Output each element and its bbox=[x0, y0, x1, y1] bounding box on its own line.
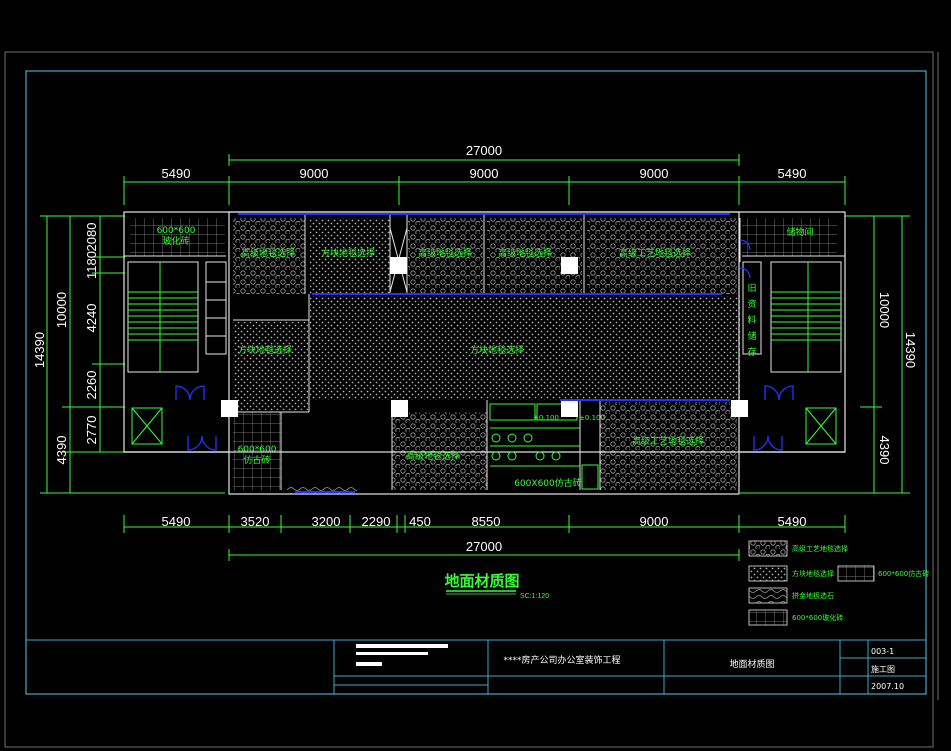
dim-left-4390: 4390 bbox=[54, 436, 69, 465]
room-label-carpet-3: 高级地毯选择 bbox=[418, 247, 472, 259]
drawing-stage: 施工图 bbox=[871, 664, 895, 674]
material-legend: 高级工艺地毯选择 方块地毯选择 600*600仿古砖 拼金地板选石 600*60… bbox=[748, 540, 929, 626]
dim-bottom-5: 450 bbox=[409, 514, 431, 529]
room-label-600b: 600*600 bbox=[238, 445, 277, 455]
drawing-date: 2007.10 bbox=[871, 682, 904, 691]
level-mark-2: ±0.100 bbox=[579, 414, 605, 422]
dim-right-4390: 4390 bbox=[877, 436, 892, 465]
dim-bottom-1: 5490 bbox=[162, 514, 191, 529]
cad-drawing: 27000 5490 9000 9000 9000 5490 5490 3520… bbox=[4, 51, 939, 748]
room-label-archive-4: 储 bbox=[747, 330, 756, 342]
dim-left-2080: 2080 bbox=[84, 223, 99, 252]
drawing-title-text: 地面材质图 bbox=[444, 572, 519, 590]
level-mark-1: ±0.100 bbox=[533, 414, 559, 422]
project-name: ****房产公司办公室装饰工程 bbox=[503, 654, 620, 666]
dim-bottom-4: 2290 bbox=[362, 514, 391, 529]
dim-top-4: 9000 bbox=[640, 166, 669, 181]
room-label-archive-5: 存 bbox=[747, 346, 756, 358]
drawing-name: 地面材质图 bbox=[729, 658, 774, 670]
room-label-main-hall: 方块地毯选择 bbox=[470, 344, 524, 356]
dim-left-2770: 2770 bbox=[84, 416, 99, 445]
right-stairs bbox=[770, 261, 842, 373]
legend-label-4: 拼金地板选石 bbox=[792, 591, 834, 600]
room-label-archive-3: 料 bbox=[747, 314, 756, 326]
drawing-number: 003-1 bbox=[871, 647, 894, 656]
dim-top-total: 27000 bbox=[466, 143, 502, 158]
dim-bottom-total: 27000 bbox=[466, 539, 502, 554]
room-label-carpet-2: 方块地毯选择 bbox=[321, 247, 375, 259]
dim-bottom-6: 8550 bbox=[472, 514, 501, 529]
dim-left-total: 14390 bbox=[32, 332, 47, 368]
dim-bottom-8: 5490 bbox=[778, 514, 807, 529]
dim-top-2: 9000 bbox=[300, 166, 329, 181]
dim-top-3: 9000 bbox=[470, 166, 499, 181]
dim-top-5: 5490 bbox=[778, 166, 807, 181]
left-stairs bbox=[127, 261, 199, 373]
dim-left-4240: 4240 bbox=[84, 304, 99, 333]
dim-left-1180: 1180 bbox=[84, 251, 99, 279]
dim-right-10000: 10000 bbox=[877, 292, 892, 328]
bottom-dimensions: 5490 3520 3200 2290 450 8550 9000 5490 2… bbox=[123, 514, 846, 561]
room-label-carpet-4: 高级地毯选择 bbox=[498, 247, 552, 259]
room-label-carpet-7: 高级地毯选择 bbox=[406, 450, 460, 462]
legend-label-3: 600*600仿古砖 bbox=[878, 569, 929, 578]
room-label-archive-2: 资 bbox=[747, 299, 756, 310]
dim-left-2260: 2260 bbox=[84, 371, 99, 400]
title-block: ****房产公司办公室装饰工程 地面材质图 003-1 施工图 2007.10 bbox=[25, 639, 927, 695]
legend-label-1: 高级工艺地毯选择 bbox=[792, 544, 848, 553]
room-label-archive-1: 旧 bbox=[747, 283, 756, 294]
room-label-600: 600*600 bbox=[157, 226, 196, 236]
top-dimensions: 27000 5490 9000 9000 9000 5490 bbox=[123, 143, 846, 205]
drawing-title: 地面材质图 SC:1:120 bbox=[444, 572, 549, 600]
legend-label-5: 600*600玻化砖 bbox=[792, 613, 843, 622]
legend-label-2: 方块地毯选择 bbox=[792, 569, 834, 578]
dim-bottom-7: 9000 bbox=[640, 514, 669, 529]
room-label-carpet-8: 高级工艺地毯选择 bbox=[632, 435, 704, 447]
room-label-antique-tile: 仿古砖 bbox=[243, 454, 270, 466]
room-label-tile: 玻化砖 bbox=[162, 235, 189, 247]
dim-left-10000: 10000 bbox=[54, 292, 69, 328]
room-label-carpet-5: 高级工艺地毯选择 bbox=[619, 247, 691, 259]
dim-right-total: 14390 bbox=[903, 332, 918, 368]
room-label-storage: 储物间 bbox=[786, 226, 813, 238]
room-label-restroom-tile: 600X600仿古砖 bbox=[514, 477, 582, 489]
dim-bottom-3: 3200 bbox=[312, 514, 341, 529]
dim-bottom-2: 3520 bbox=[241, 514, 270, 529]
room-label-carpet-6: 方块地毯选择 bbox=[238, 344, 292, 356]
drawing-scale: SC:1:120 bbox=[520, 593, 549, 600]
dim-top-1: 5490 bbox=[162, 166, 191, 181]
room-label-carpet-1: 高级地毯选择 bbox=[241, 247, 295, 259]
